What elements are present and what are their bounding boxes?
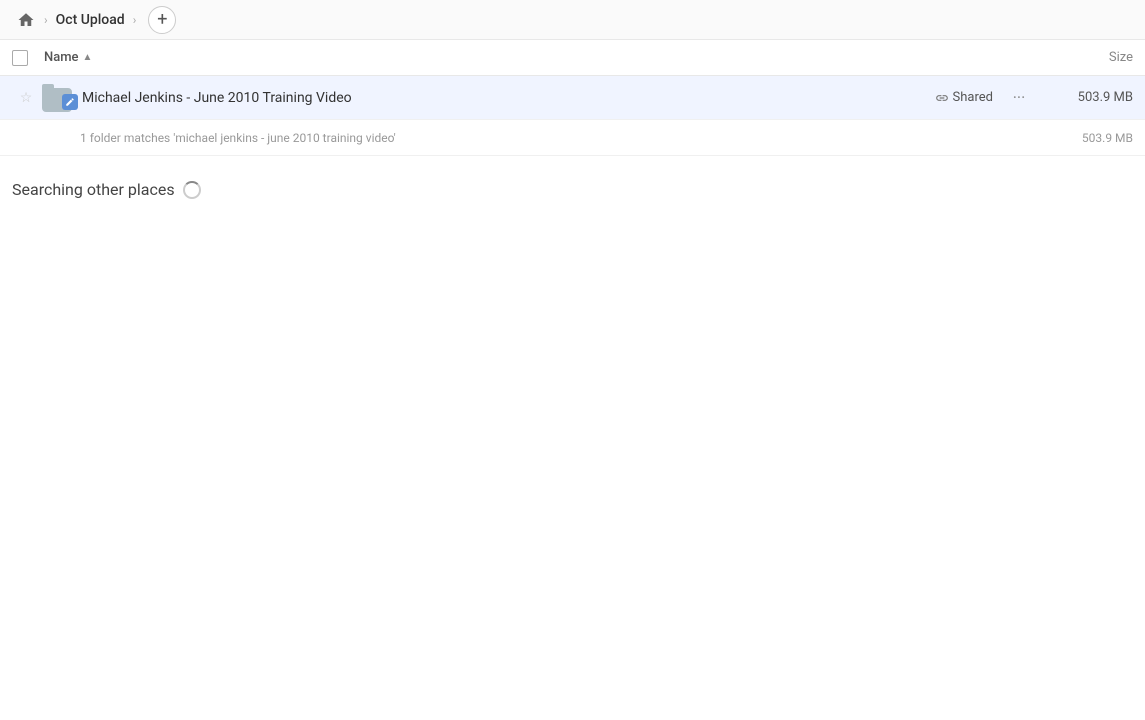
select-all-col[interactable] [12, 50, 44, 66]
link-icon [935, 91, 949, 105]
file-row[interactable]: ☆ Michael Jenkins - June 2010 Training V… [0, 76, 1145, 120]
home-button[interactable] [12, 6, 40, 34]
add-button[interactable]: + [148, 6, 176, 34]
breadcrumb-expand-icon: › [133, 13, 137, 27]
folder-icon [42, 84, 74, 112]
home-icon [17, 11, 35, 29]
match-row: 1 folder matches 'michael jenkins - june… [0, 120, 1145, 156]
file-name: Michael Jenkins - June 2010 Training Vid… [82, 90, 935, 106]
file-icon-col [40, 84, 76, 112]
star-button[interactable]: ☆ [12, 90, 40, 106]
more-options-icon: ··· [1013, 88, 1026, 107]
sort-arrow-icon: ▲ [83, 52, 93, 63]
breadcrumb-label[interactable]: Oct Upload [52, 10, 129, 30]
name-header-label: Name [44, 50, 79, 65]
searching-label: Searching other places [12, 180, 175, 199]
select-all-checkbox[interactable] [12, 50, 28, 66]
name-column-header[interactable]: Name ▲ [44, 50, 1033, 65]
file-size: 503.9 MB [1033, 90, 1133, 105]
breadcrumb-chevron: › [44, 13, 48, 27]
size-column-header: Size [1033, 50, 1133, 65]
loading-spinner [183, 181, 201, 199]
edit-badge-icon [65, 97, 75, 107]
match-text: 1 folder matches 'michael jenkins - june… [80, 131, 1033, 145]
shared-label: Shared [953, 90, 993, 105]
more-options-button[interactable]: ··· [1005, 84, 1033, 112]
searching-section: Searching other places [0, 156, 1145, 223]
file-actions: Shared ··· [935, 84, 1033, 112]
match-size: 503.9 MB [1033, 131, 1133, 145]
shared-badge[interactable]: Shared [935, 90, 993, 105]
column-header: Name ▲ Size [0, 40, 1145, 76]
star-icon: ☆ [20, 90, 33, 106]
header-bar: › Oct Upload › + [0, 0, 1145, 40]
